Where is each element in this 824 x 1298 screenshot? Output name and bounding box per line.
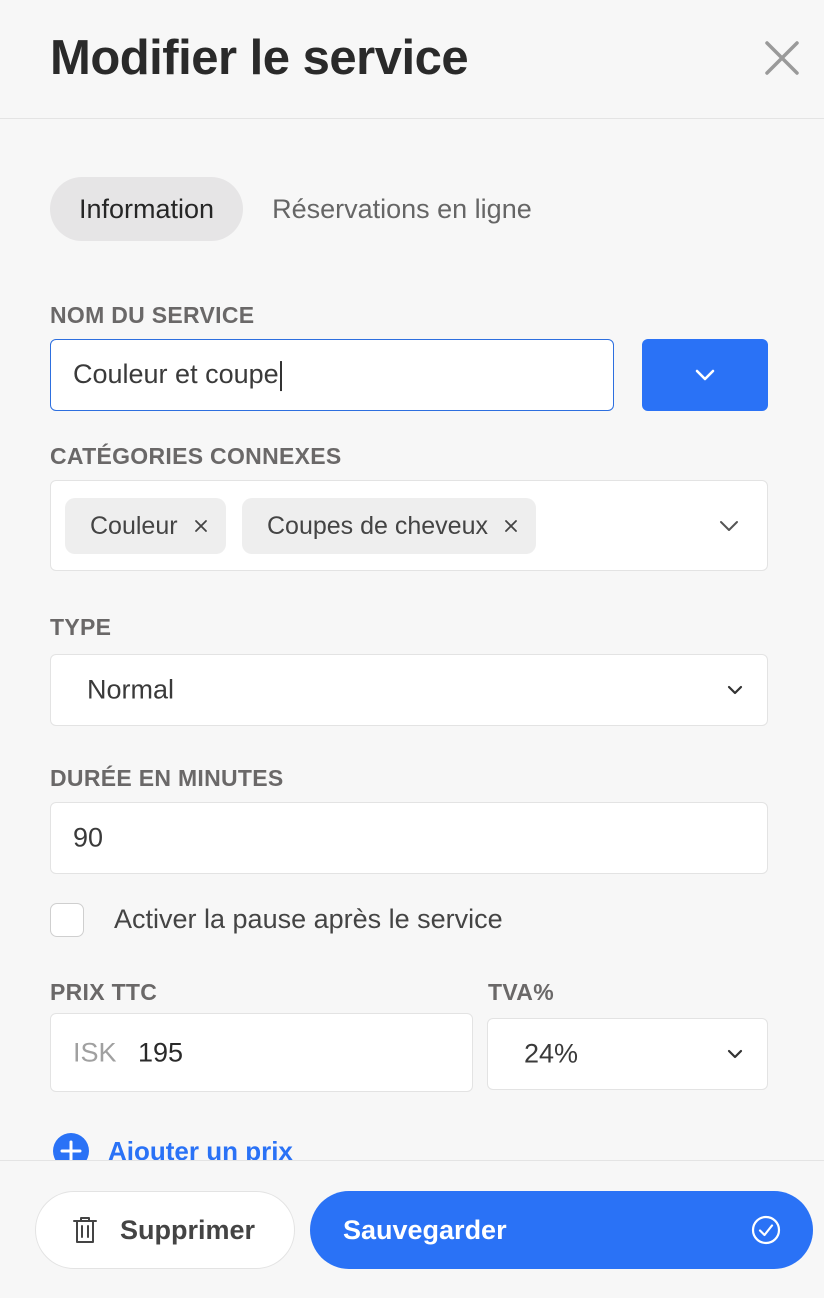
pause-checkbox[interactable]: [50, 903, 84, 937]
vat-value: 24%: [524, 1038, 579, 1069]
page-title: Modifier le service: [50, 31, 469, 85]
vat-label: TVA%: [488, 979, 554, 1005]
duration-value: 90: [73, 822, 104, 853]
remove-chip-button[interactable]: [194, 519, 208, 533]
add-price-button[interactable]: Ajouter un prix: [53, 1132, 293, 1160]
type-value: Normal: [87, 674, 175, 705]
tab-online-booking[interactable]: Réservations en ligne: [243, 177, 561, 241]
category-chip-label: Couleur: [90, 511, 178, 540]
dialog-footer: Supprimer Sauvegarder: [0, 1160, 824, 1298]
remove-chip-button[interactable]: [504, 519, 518, 533]
text-caret: [279, 360, 282, 391]
type-label: TYPE: [50, 614, 112, 640]
categories-label: CATÉGORIES CONNEXES: [50, 443, 342, 469]
categories-multiselect[interactable]: Couleur Coupes de cheveux: [50, 480, 768, 571]
service-name-value: Couleur et coupe: [73, 359, 282, 391]
chevron-down-icon: [727, 685, 743, 695]
add-price-label: Ajouter un prix: [108, 1135, 293, 1161]
plus-circle-icon: [53, 1133, 89, 1160]
service-name-label: NOM DU SERVICE: [50, 302, 255, 328]
price-label: PRIX TTC: [50, 979, 158, 1005]
type-select[interactable]: Normal: [50, 654, 768, 726]
delete-button[interactable]: Supprimer: [35, 1191, 295, 1269]
duration-input[interactable]: 90: [50, 802, 768, 874]
save-button[interactable]: Sauvegarder: [310, 1191, 813, 1269]
trash-icon: [73, 1217, 97, 1243]
close-icon: [765, 41, 799, 75]
category-chip-label: Coupes de cheveux: [267, 511, 488, 540]
dialog-header: Modifier le service: [0, 0, 824, 119]
check-circle-icon: [751, 1215, 781, 1245]
close-icon: [194, 520, 207, 532]
pause-checkbox-label: Activer la pause après le service: [114, 904, 503, 934]
price-value: 195: [138, 1037, 184, 1067]
save-label: Sauvegarder: [343, 1214, 507, 1245]
currency-prefix: ISK: [73, 1037, 117, 1067]
close-button[interactable]: [764, 40, 800, 76]
chevron-down-icon: [727, 1049, 743, 1059]
price-input[interactable]: ISK 195: [50, 1013, 473, 1092]
tab-bar: Information Réservations en ligne: [50, 177, 561, 241]
tab-information[interactable]: Information: [50, 177, 244, 241]
duration-label: DURÉE EN MINUTES: [50, 765, 284, 791]
category-chip: Couleur: [65, 498, 226, 554]
vat-select[interactable]: 24%: [487, 1018, 768, 1090]
service-name-input[interactable]: Couleur et coupe: [50, 339, 614, 411]
delete-label: Supprimer: [120, 1214, 256, 1245]
chevron-down-icon: [695, 369, 715, 381]
service-name-dropdown-button[interactable]: [642, 339, 768, 411]
category-chip: Coupes de cheveux: [242, 498, 536, 554]
chevron-down-icon[interactable]: [719, 520, 739, 532]
close-icon: [505, 520, 517, 532]
